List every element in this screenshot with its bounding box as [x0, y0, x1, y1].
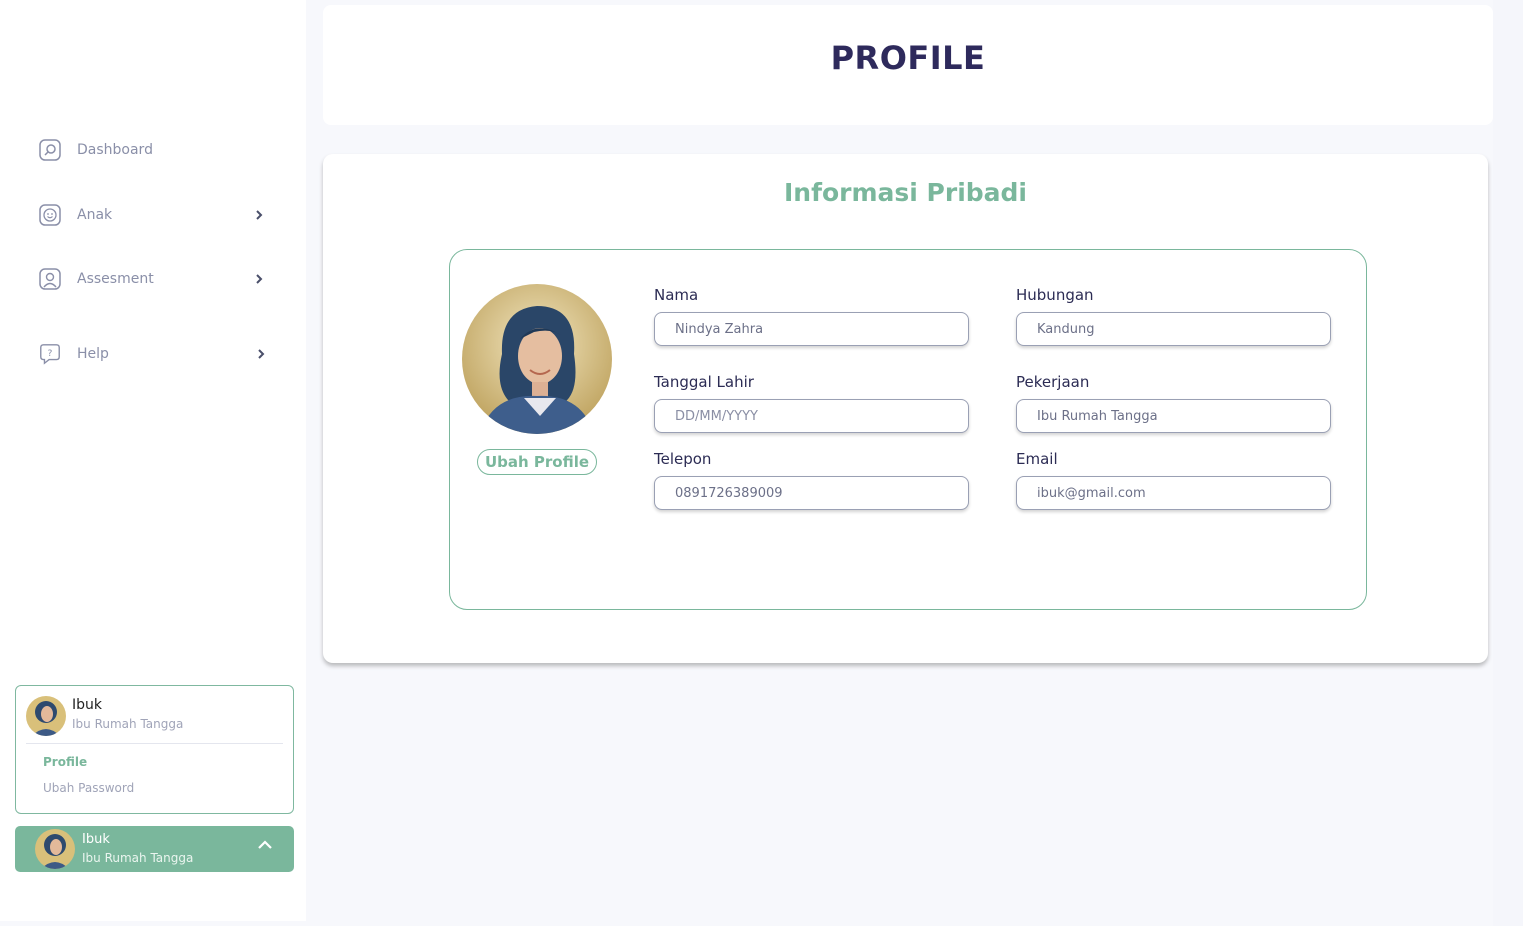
field-label-telepon: Telepon [654, 450, 712, 468]
help-bubble-icon: ? [38, 342, 62, 366]
child-face-icon [38, 203, 62, 227]
sidebar-item-assesment[interactable]: Assesment [38, 265, 278, 293]
profile-photo [462, 284, 612, 434]
user-name: Ibuk [82, 832, 110, 847]
tanggal-lahir-input[interactable] [654, 399, 969, 433]
pekerjaan-input[interactable] [1016, 399, 1331, 433]
email-input[interactable] [1016, 476, 1331, 510]
user-portrait-icon [38, 267, 62, 291]
field-label-tanggal-lahir: Tanggal Lahir [654, 373, 754, 391]
chevron-up-icon [258, 840, 272, 849]
field-label-email: Email [1016, 450, 1058, 468]
divider [26, 743, 283, 744]
avatar [35, 829, 75, 869]
svg-text:?: ? [48, 348, 53, 359]
section-title: Informasi Pribadi [783, 178, 1027, 207]
nama-input[interactable] [654, 312, 969, 346]
field-label-nama: Nama [654, 286, 699, 304]
user-account-toggle[interactable]: Ibuk Ibu Rumah Tangga [15, 826, 294, 872]
sidebar-item-dashboard[interactable]: Dashboard [38, 136, 278, 164]
personal-info-card: Informasi Pribadi Ubah Profile Nama Nind… [323, 154, 1488, 663]
page-edge [1493, 0, 1523, 926]
dashboard-icon [38, 138, 62, 162]
field-label-pekerjaan: Pekerjaan [1016, 373, 1090, 391]
menu-link-change-password[interactable]: Ubah Password [43, 781, 134, 795]
user-dropdown-menu: Ibuk Ibu Rumah Tangga Profile Ubah Passw… [15, 685, 294, 814]
chevron-right-icon [256, 210, 263, 220]
hubungan-input[interactable] [1016, 312, 1331, 346]
chevron-right-icon [256, 274, 263, 284]
sidebar-item-label: Help [77, 346, 109, 362]
sidebar-item-help[interactable]: ? Help [38, 340, 278, 368]
sidebar-item-label: Anak [77, 207, 113, 223]
user-name: Ibuk [72, 697, 102, 713]
sidebar-item-label: Dashboard [77, 142, 153, 158]
menu-link-profile[interactable]: Profile [43, 755, 87, 769]
sidebar-item-label: Assesment [77, 271, 154, 287]
page-title: PROFILE [830, 39, 986, 77]
avatar [26, 696, 66, 736]
profile-form-box: Ubah Profile Nama Hubungan Tanggal Lahir… [449, 249, 1367, 610]
sidebar: Dashboard Anak Assesment ? Help Ibuk Ibu… [0, 0, 306, 921]
field-label-hubungan: Hubungan [1016, 286, 1094, 304]
header-card: PROFILE [323, 5, 1493, 125]
user-role: Ibu Rumah Tangga [82, 851, 194, 865]
chevron-right-icon [258, 349, 265, 359]
telepon-input[interactable] [654, 476, 969, 510]
sidebar-item-anak[interactable]: Anak [38, 201, 278, 229]
user-role: Ibu Rumah Tangga [72, 717, 184, 731]
change-profile-button[interactable]: Ubah Profile [477, 449, 597, 475]
